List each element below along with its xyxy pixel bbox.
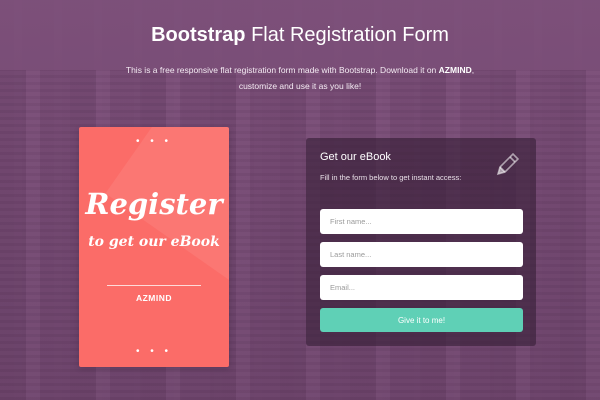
ebook-cover: • • • Register to get our eBook AZMIND •…: [79, 127, 229, 367]
page-title: Bootstrap Flat Registration Form: [0, 22, 600, 48]
submit-button[interactable]: Give it to me!: [320, 308, 523, 332]
pencil-icon: [496, 152, 520, 176]
page-subtitle: This is a free responsive flat registrat…: [110, 62, 490, 94]
cover-dots-top: • • •: [135, 136, 173, 147]
cover-subtitle: to get our eBook: [88, 234, 220, 250]
title-strong: Bootstrap: [151, 24, 246, 46]
first-name-input[interactable]: [320, 209, 523, 234]
subtitle-brand-link[interactable]: AZMIND: [439, 65, 472, 75]
registration-form-panel: Get our eBook Fill in the form below to …: [306, 138, 536, 346]
last-name-input[interactable]: [320, 242, 523, 267]
cover-brand: AZMIND: [135, 293, 173, 303]
cover-divider: [107, 285, 201, 286]
form-title: Get our eBook: [320, 151, 391, 163]
email-input[interactable]: [320, 275, 523, 300]
subtitle-text: This is a free responsive flat registrat…: [125, 65, 437, 75]
title-light: Flat Registration Form: [251, 24, 449, 46]
page-header: Bootstrap Flat Registration Form This is…: [0, 22, 600, 94]
form-description: Fill in the form below to get instant ac…: [320, 173, 462, 182]
cover-title: Register: [85, 187, 223, 221]
cover-dots-bottom: • • •: [135, 346, 173, 357]
